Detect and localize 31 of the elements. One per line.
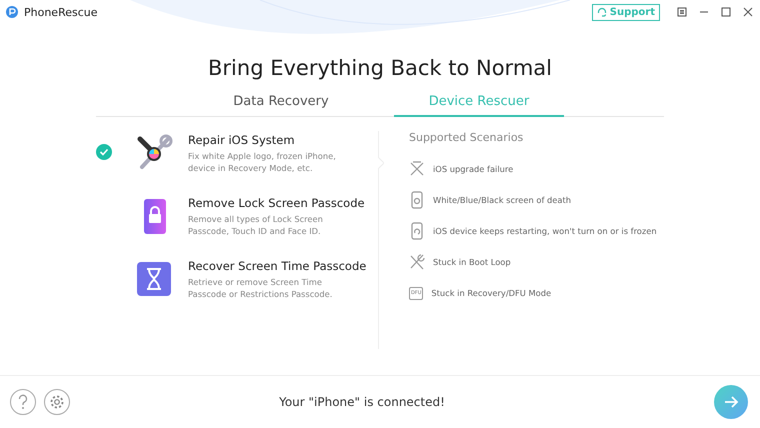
scenario-text: Stuck in Recovery/DFU Mode xyxy=(431,288,552,298)
help-icon xyxy=(16,394,30,410)
mode-description: Fix white Apple logo, frozen iPhone, device in Recovery Mode, etc. xyxy=(188,150,337,174)
mode-description: Retrieve or remove Screen Time Passcode or Restrictions Passcode. xyxy=(188,276,334,300)
wrench-icon xyxy=(409,253,425,271)
mode-description: Remove all types of Lock Screen Passcode, Touch ID and Face ID. xyxy=(188,213,324,237)
cross-icon xyxy=(409,160,425,178)
app-title: PhoneRescue xyxy=(24,6,99,18)
scenario-text: Stuck in Boot Loop xyxy=(433,257,511,267)
help-button[interactable] xyxy=(10,389,36,415)
mode-title[interactable]: Recover Screen Time Passcode xyxy=(188,259,366,273)
scenario-text: iOS device keeps restarting, won't turn on or is frozen xyxy=(433,226,657,236)
phone-restart-icon xyxy=(409,222,425,240)
mode-title[interactable]: Repair iOS System xyxy=(188,133,338,147)
hourglass-icon xyxy=(134,259,174,299)
phone-icon xyxy=(409,191,425,209)
scenario-text: White/Blue/Black screen of death xyxy=(433,195,571,205)
settings-icon xyxy=(49,394,65,410)
headline: Bring Everything Back to Normal xyxy=(207,56,553,80)
close-icon[interactable] xyxy=(742,6,754,18)
arrow-right-icon xyxy=(723,394,739,410)
scenario-text: iOS upgrade failure xyxy=(433,164,514,174)
headset-icon xyxy=(596,7,607,17)
app-logo-icon xyxy=(6,6,18,18)
scenarios-heading: Supported Scenarios xyxy=(409,131,524,144)
tab[interactable]: Data Recovery xyxy=(196,94,366,117)
mode-title[interactable]: Remove Lock Screen Passcode xyxy=(188,196,365,210)
menu-icon[interactable] xyxy=(676,6,688,18)
maximize-icon[interactable] xyxy=(720,6,732,18)
settings-button[interactable] xyxy=(44,389,70,415)
connection-status: Your "iPhone" is connected! xyxy=(278,395,446,409)
